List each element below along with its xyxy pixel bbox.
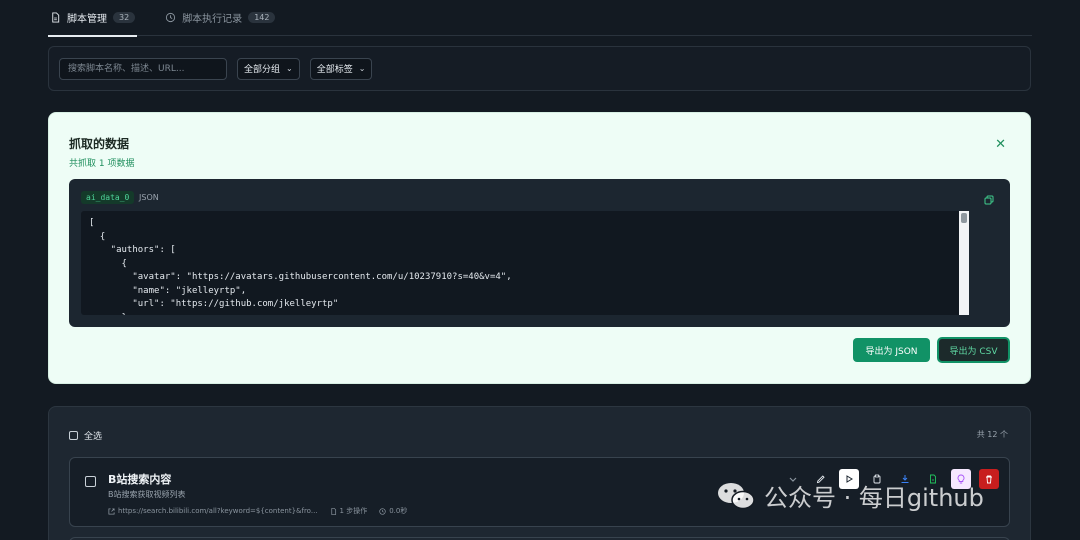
script-title: B站搜索内容 [108, 473, 172, 486]
code-viewer: ai_data_0 JSON [ { "authors": [ { "avata… [69, 179, 1010, 327]
script-steps: 1 步操作 [330, 506, 368, 516]
select-all-label: 全选 [84, 432, 103, 442]
data-key-badge: ai_data_0 [81, 191, 135, 204]
tab-bar: 脚本管理 32 脚本执行记录 142 [48, 0, 1032, 37]
tab-label: 脚本管理 [67, 14, 107, 25]
export-json-button[interactable]: 导出为 JSON [853, 338, 930, 362]
tab-count-badge: 32 [113, 12, 136, 23]
copy-icon[interactable] [984, 195, 994, 205]
external-link-icon [108, 507, 115, 515]
script-list-panel: 全选 共 12 个 B站搜索内容 B站搜索获取视频列表 https://sear… [48, 406, 1031, 540]
export-csv-button[interactable]: 导出为 CSV [937, 337, 1010, 363]
total-count: 共 12 个 [976, 430, 1008, 439]
script-duration: 0.0秒 [379, 506, 407, 516]
file-icon [52, 12, 60, 23]
chevron-down-icon: ⌄ [358, 64, 366, 73]
script-url-text: https://search.bilibili.com/all?keyword=… [118, 507, 318, 515]
watermark-text: 公众号 · 每日github [764, 484, 984, 512]
wechat-logo-icon [718, 482, 755, 509]
code-scrollbar[interactable] [959, 211, 969, 315]
watermark: 公众号 · 每日github [716, 478, 984, 513]
scrollbar-thumb[interactable] [961, 213, 967, 223]
select-all-checkbox[interactable] [69, 431, 78, 440]
clock-icon [166, 12, 176, 23]
tab-execution-records[interactable]: 脚本执行记录 142 [163, 0, 277, 36]
tag-select[interactable]: 全部标签 ⌄ [309, 57, 373, 80]
script-checkbox[interactable] [85, 476, 96, 487]
tab-label: 脚本执行记录 [182, 14, 243, 25]
panel-title: 抓取的数据 [69, 137, 130, 151]
tab-count-badge: 142 [248, 12, 276, 23]
scraped-data-panel: 抓取的数据 共抓取 1 项数据 ✕ ai_data_0 JSON [ { "au… [48, 112, 1031, 384]
search-input[interactable] [59, 57, 227, 80]
select-all[interactable]: 全选 [69, 429, 102, 442]
close-icon[interactable]: ✕ [995, 137, 1006, 152]
file-icon [330, 507, 336, 515]
script-steps-text: 1 步操作 [339, 507, 368, 515]
group-select-value: 全部分组 [244, 65, 281, 75]
tab-script-management[interactable]: 脚本管理 32 [48, 0, 138, 37]
json-code-text[interactable]: [ { "authors": [ { "avatar": "https://av… [81, 211, 969, 315]
script-url[interactable]: https://search.bilibili.com/all?keyword=… [108, 506, 318, 516]
tag-select-value: 全部标签 [316, 65, 353, 75]
script-duration-text: 0.0秒 [389, 507, 408, 515]
script-meta: https://search.bilibili.com/all?keyword=… [108, 506, 407, 516]
clock-icon [379, 507, 386, 515]
group-select[interactable]: 全部分组 ⌄ [237, 57, 300, 80]
format-label: JSON [139, 193, 159, 202]
script-description: B站搜索获取视频列表 [108, 490, 186, 499]
chevron-down-icon: ⌄ [286, 64, 293, 73]
panel-subtitle: 共抓取 1 项数据 [69, 159, 135, 169]
filter-bar: 全部分组 ⌄ 全部标签 ⌄ [48, 46, 1031, 91]
